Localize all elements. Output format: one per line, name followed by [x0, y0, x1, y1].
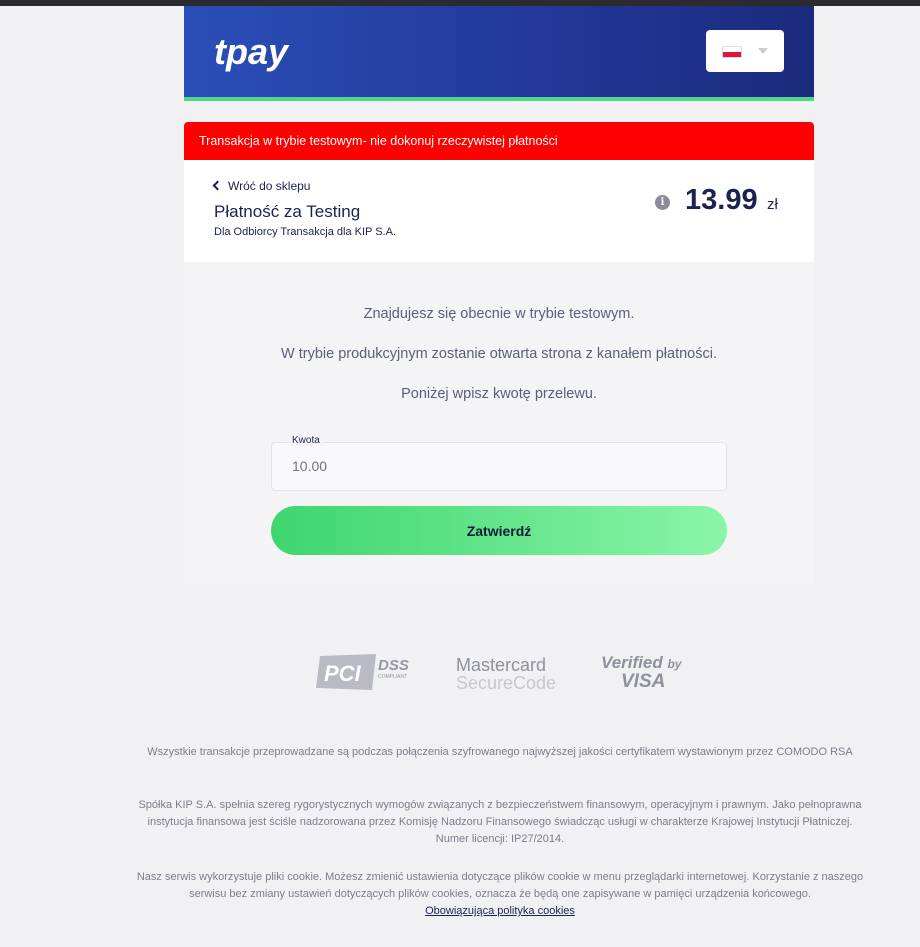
- security-badges: PCI DSS COMPLIANT Mastercard SecureCode …: [184, 650, 814, 700]
- footer-license-note: Spółka KIP S.A. spełnia szereg rygorysty…: [138, 799, 862, 845]
- header: tpay: [184, 6, 814, 101]
- visa-label: VISA: [621, 671, 666, 692]
- verified-label: Verified: [601, 653, 663, 672]
- submit-button[interactable]: Zatwierdź: [271, 506, 727, 555]
- back-to-shop-link[interactable]: Wróć do sklepu: [212, 179, 311, 193]
- svg-text:DSS: DSS: [378, 657, 409, 674]
- recipient-text: Dla Odbiorcy Transakcja dla KIP S.A.: [214, 226, 396, 238]
- back-label: Wróć do sklepu: [228, 179, 311, 193]
- test-mode-alert: Transakcja w trybie testowym- nie dokonu…: [184, 122, 814, 160]
- flag-pl-icon: [722, 46, 742, 58]
- test-mode-line-3: Poniżej wpisz kwotę przelewu.: [401, 386, 597, 402]
- payment-title: Płatność za Testing: [214, 202, 361, 221]
- payment-summary: Wróć do sklepu Płatność za Testing Dla O…: [184, 160, 814, 262]
- payment-currency: zł: [767, 196, 778, 213]
- amount-input[interactable]: [292, 458, 692, 474]
- info-icon[interactable]: i: [655, 195, 670, 210]
- amount-label: Kwota: [289, 435, 323, 446]
- payment-container: tpay Transakcja w trybie testowym- nie d…: [184, 6, 814, 584]
- payment-amount: 13.99: [685, 184, 758, 216]
- cookie-text: Nasz serwis wykorzystuje pliki cookie. M…: [136, 871, 864, 900]
- tpay-logo: tpay: [214, 34, 290, 72]
- mastercard-label: Mastercard: [456, 655, 547, 675]
- pci-dss-logo: PCI DSS COMPLIANT: [316, 654, 409, 690]
- by-label: by: [667, 657, 682, 671]
- cookie-policy-link[interactable]: Obowiązująca polityka cookies: [425, 905, 575, 917]
- footer-security-note: Wszystkie transakcje przeprowadzane są p…: [147, 746, 853, 758]
- securecode-label: SecureCode: [456, 673, 557, 693]
- test-mode-panel: Znajdujesz się obecnie w trybie testowym…: [184, 262, 814, 584]
- test-mode-line-1: Znajdujesz się obecnie w trybie testowym…: [363, 306, 635, 322]
- svg-text:COMPLIANT: COMPLIANT: [378, 674, 407, 680]
- mastercard-securecode-logo: Mastercard SecureCode: [456, 656, 556, 692]
- footer-cookie-note: Nasz serwis wykorzystuje pliki cookie. M…: [130, 869, 870, 920]
- chevron-down-icon: [758, 48, 768, 54]
- chevron-left-icon: [212, 180, 223, 191]
- svg-text:PCI: PCI: [324, 661, 362, 686]
- logo-text: tpay: [214, 34, 290, 72]
- language-selector[interactable]: [706, 30, 784, 72]
- test-mode-line-2: W trybie produkcyjnym zostanie otwarta s…: [281, 346, 717, 362]
- amount-field: [271, 442, 727, 491]
- verified-by-visa-logo: Verified by VISA: [601, 653, 682, 692]
